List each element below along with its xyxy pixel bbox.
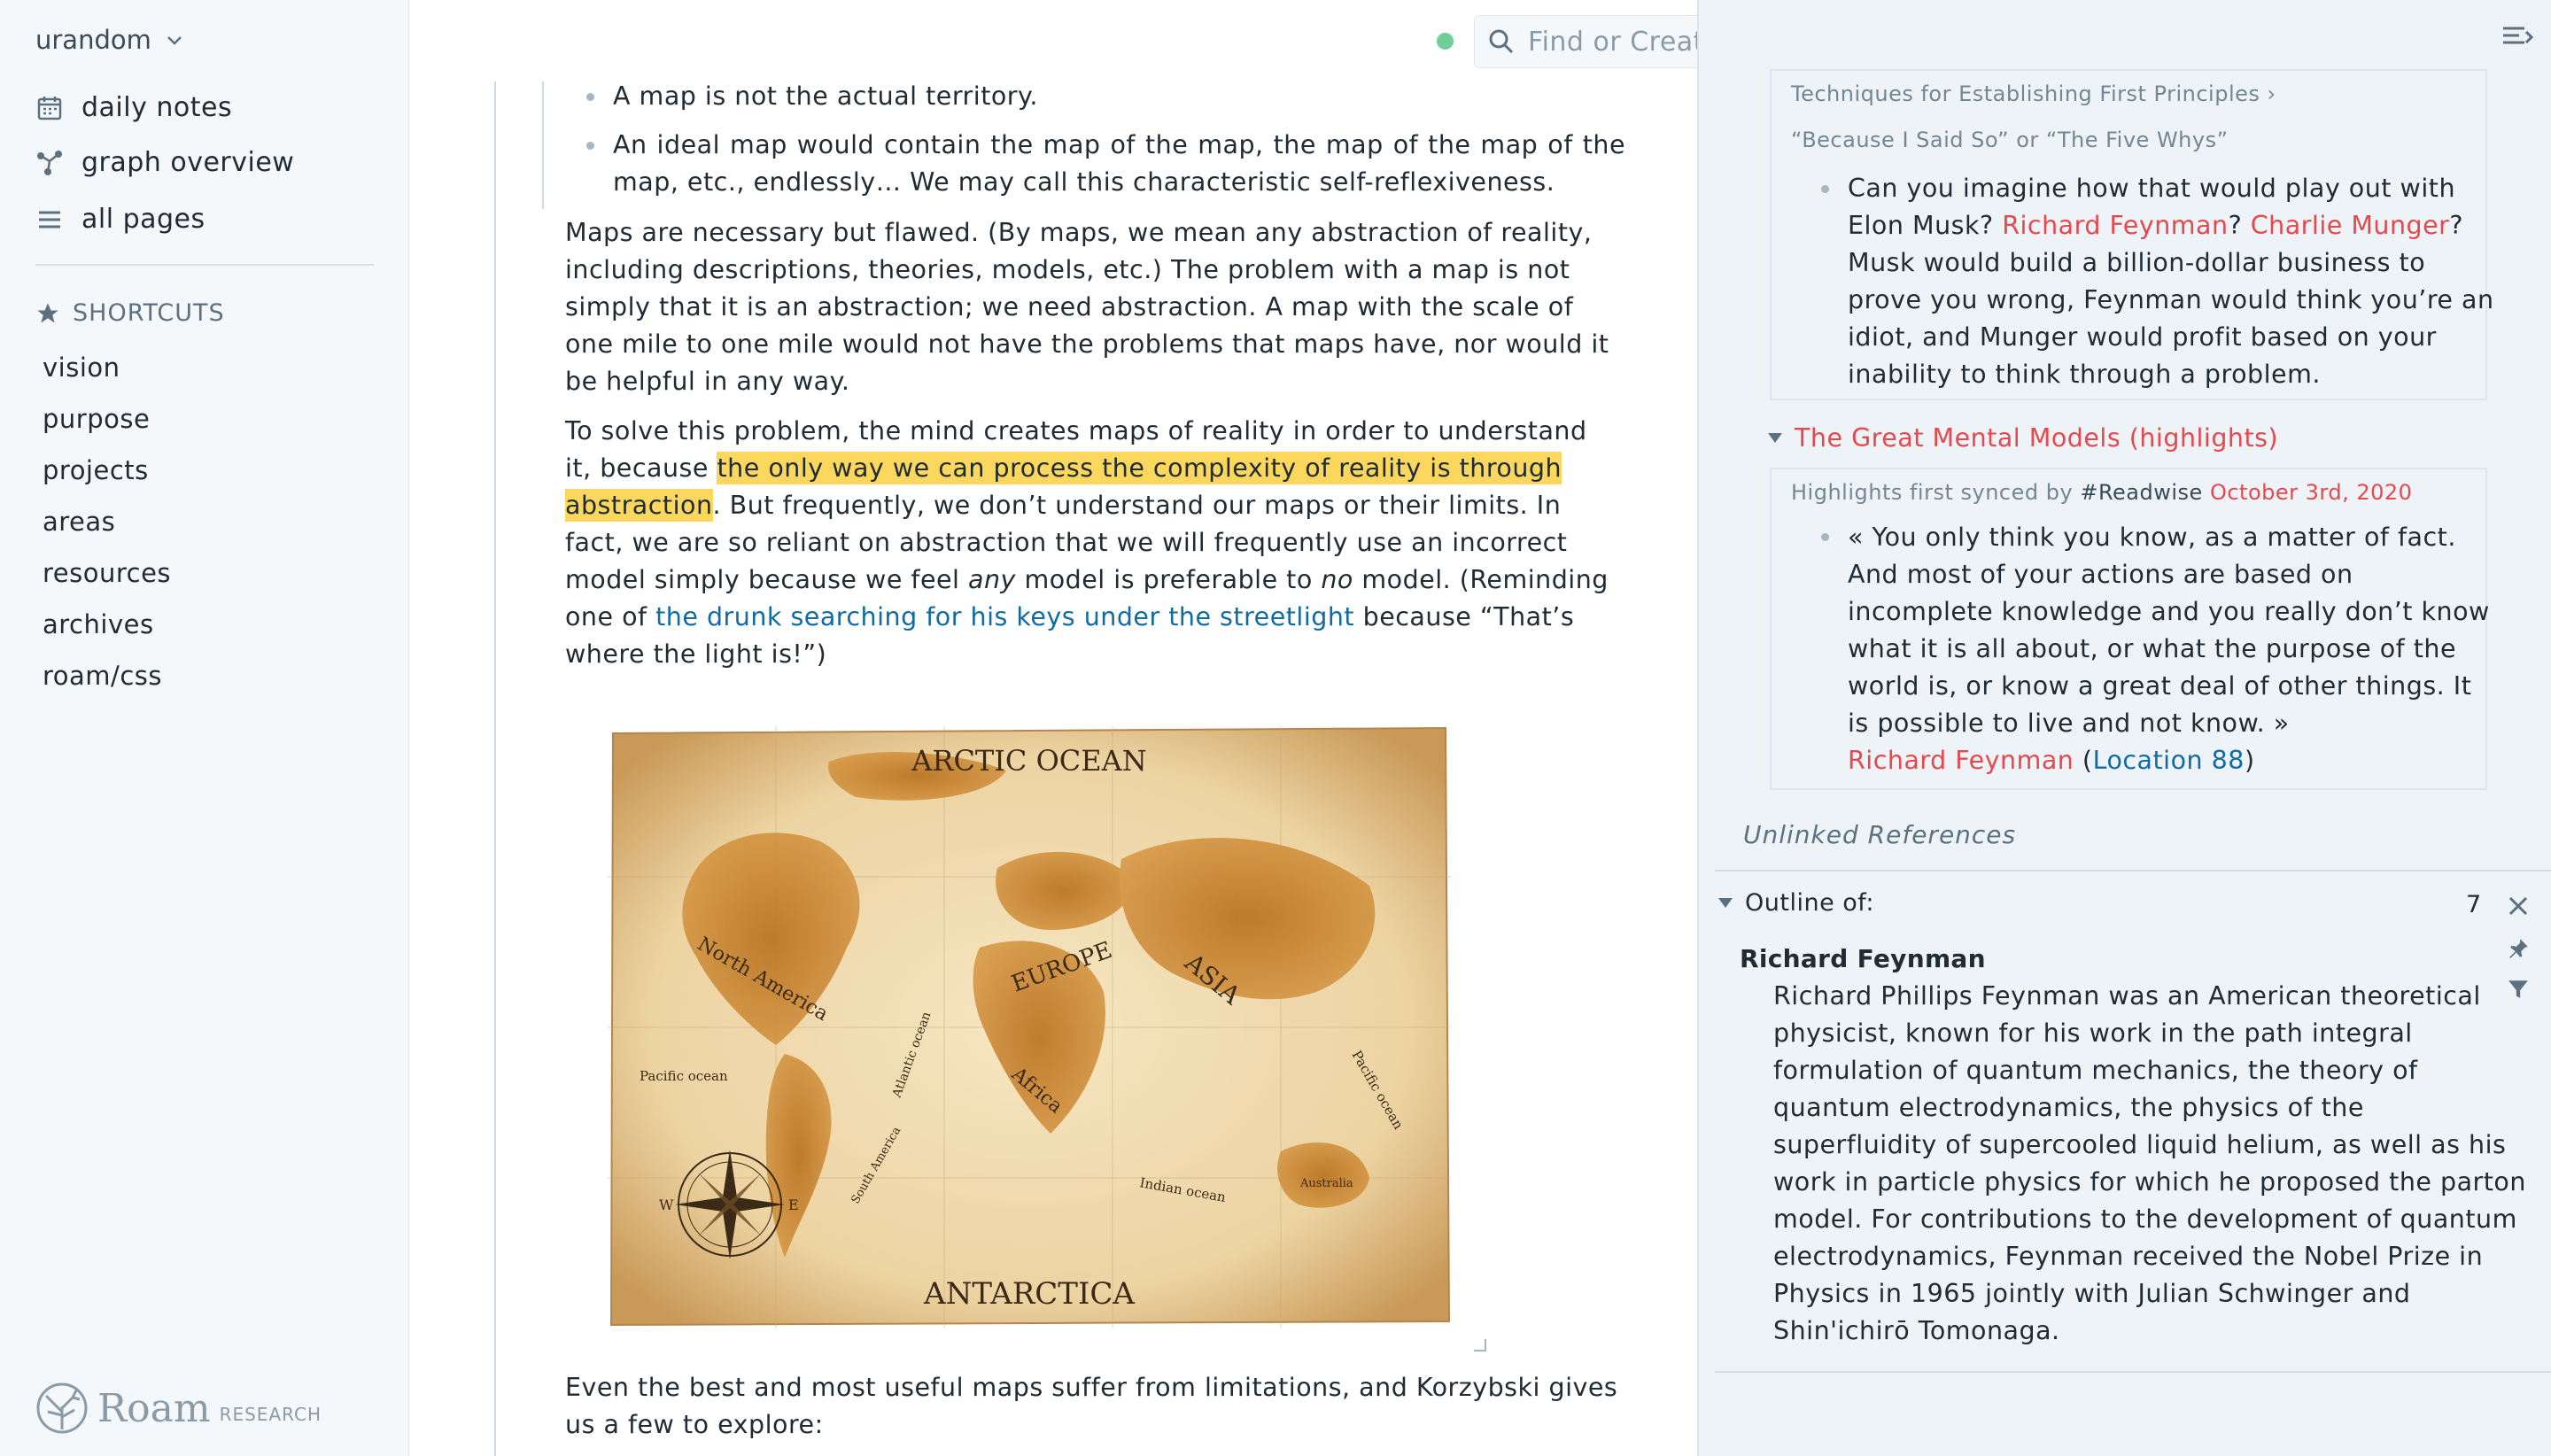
panel-separator-bottom (1715, 1371, 2551, 1373)
text-run: ) (2244, 746, 2255, 775)
nav-all-pages[interactable]: all pages (35, 204, 205, 235)
block-bullet-2[interactable]: An ideal map would contain the map of th… (585, 127, 1625, 201)
text-run: ( (2074, 746, 2093, 775)
paragraph-maps-necessary[interactable]: Maps are necessary but flawed. (By maps,… (565, 214, 1619, 400)
text-run: ? (2228, 211, 2251, 240)
unlinked-references-toggle[interactable]: Unlinked References (1743, 820, 2016, 849)
readwise-meta: Highlights first synced by #Readwise Oct… (1791, 480, 2412, 505)
nav-daily-notes[interactable]: daily notes (35, 92, 232, 123)
search-icon (1489, 29, 1514, 54)
bullet-dot[interactable] (1821, 533, 1829, 541)
shortcuts-heading: SHORTCUTS (35, 299, 225, 327)
nav-all-pages-label: all pages (81, 204, 205, 235)
page-link-richard-feynman[interactable]: Richard Feynman (1848, 746, 2074, 775)
graph-switcher[interactable]: urandom (35, 25, 185, 55)
text-run: model is preferable to (1015, 565, 1322, 594)
nav-graph-overview[interactable]: graph overview (35, 147, 294, 178)
meta-prefix: Highlights first synced by (1791, 480, 2081, 505)
shortcut-archives[interactable]: archives (43, 609, 154, 639)
compass-label-w: W (659, 1197, 674, 1213)
shortcut-resources[interactable]: resources (43, 558, 171, 588)
quote-text: « You only think you know, as a matter o… (1848, 523, 2490, 738)
italic-text: no (1321, 565, 1353, 594)
right-sidebar: Techniques for Establishing First Princi… (1697, 0, 2551, 1456)
paragraph-solve-problem[interactable]: To solve this problem, the mind creates … (565, 413, 1619, 673)
outline-block-bio[interactable]: Richard Phillips Feynman was an American… (1773, 978, 2526, 1350)
paragraph-limitations[interactable]: Even the best and most useful maps suffe… (565, 1369, 1619, 1444)
bullet-indent-guide (542, 81, 544, 209)
graph-name-label: urandom (35, 25, 151, 55)
shortcut-roam-css[interactable]: roam/css (43, 661, 162, 691)
readwise-tag[interactable]: #Readwise (2080, 480, 2202, 505)
bullet-dot[interactable] (585, 78, 613, 115)
chevron-down-icon (167, 36, 182, 45)
sync-status-dot (1437, 33, 1454, 50)
map-label-antarctica: ANTARCTICA (923, 1276, 1135, 1312)
pin-icon (2509, 939, 2528, 958)
bullet-dot[interactable] (1821, 185, 1829, 193)
breadcrumb-child[interactable]: “Because I Said So” or “The Five Whys” (1791, 128, 2229, 152)
shortcut-projects[interactable]: projects (43, 455, 149, 485)
roam-logo-word: Roam (97, 1385, 211, 1431)
list-icon (39, 211, 60, 228)
panel-separator (1715, 870, 2551, 871)
close-pane-button[interactable] (2505, 893, 2532, 919)
calendar-icon (37, 96, 62, 120)
shortcuts-heading-label: SHORTCUTS (73, 299, 225, 327)
antique-world-map: ARCTIC OCEAN ANTARCTICA North America EU… (608, 726, 1451, 1328)
block-text: A map is not the actual territory. (613, 81, 1038, 111)
star-icon (37, 302, 58, 322)
outline-label: Outline of: (1745, 889, 1874, 917)
block-bullet-1[interactable]: A map is not the actual territory. (585, 78, 1625, 115)
left-sidebar: urandom daily notes graph overview all p… (0, 0, 409, 1456)
date-link[interactable]: October 3rd, 2020 (2210, 480, 2412, 505)
bullet-dot[interactable] (585, 127, 613, 201)
map-label-pacific-left: Pacific ocean (640, 1068, 728, 1084)
close-icon (2508, 896, 2528, 916)
reference-group-title: The Great Mental Models (highlights) (1795, 423, 2279, 453)
block-text: An ideal map would contain the map of th… (613, 130, 1625, 197)
roam-tree-icon (36, 1382, 88, 1434)
collapse-right-sidebar-icon[interactable] (2501, 23, 2533, 51)
image-resize-handle[interactable] (1474, 1339, 1486, 1351)
main-indent-guide (494, 81, 496, 1456)
caret-down-icon[interactable] (1718, 898, 1733, 908)
reference-group-mental-models[interactable]: The Great Mental Models (highlights) (1768, 423, 2278, 453)
shortcut-purpose[interactable]: purpose (43, 404, 150, 434)
map-label-australia: Australia (1299, 1177, 1353, 1190)
reference-block-musk[interactable]: Can you imagine how that would play out … (1848, 170, 2494, 393)
nav-graph-overview-label: graph overview (81, 147, 295, 178)
italic-text: any (968, 565, 1016, 594)
location-link[interactable]: Location 88 (2093, 746, 2245, 775)
pin-pane-button[interactable] (2505, 935, 2532, 962)
page-link-richard-feynman[interactable]: Richard Feynman (2002, 211, 2228, 240)
roam-logo: Roam RESEARCH (35, 1382, 322, 1435)
world-map-image[interactable]: ARCTIC OCEAN ANTARCTICA North America EU… (608, 726, 1451, 1328)
outline-header[interactable]: Outline of: (1718, 889, 1874, 917)
caret-down-icon[interactable] (1768, 433, 1782, 443)
shortcut-areas[interactable]: areas (43, 507, 115, 537)
reference-block-quote[interactable]: « You only think you know, as a matter o… (1848, 519, 2494, 779)
sidebar-divider (35, 264, 374, 266)
topbar: ? (409, 0, 2067, 83)
shortcut-vision[interactable]: vision (43, 352, 120, 383)
page-link-charlie-munger[interactable]: Charlie Munger (2251, 211, 2450, 240)
breadcrumb-parent[interactable]: Techniques for Establishing First Princi… (1791, 81, 2276, 106)
external-link-drunk-streetlight[interactable]: the drunk searching for his keys under t… (655, 602, 1354, 631)
outline-count: 7 (2466, 891, 2482, 918)
nav-daily-notes-label: daily notes (81, 92, 233, 123)
outline-page-title[interactable]: Richard Feynman (1740, 944, 1986, 973)
roam-logo-research: RESEARCH (219, 1404, 322, 1425)
map-label-arctic: ARCTIC OCEAN (911, 744, 1147, 778)
graph-icon (37, 150, 62, 175)
compass-label-e: E (788, 1197, 799, 1213)
